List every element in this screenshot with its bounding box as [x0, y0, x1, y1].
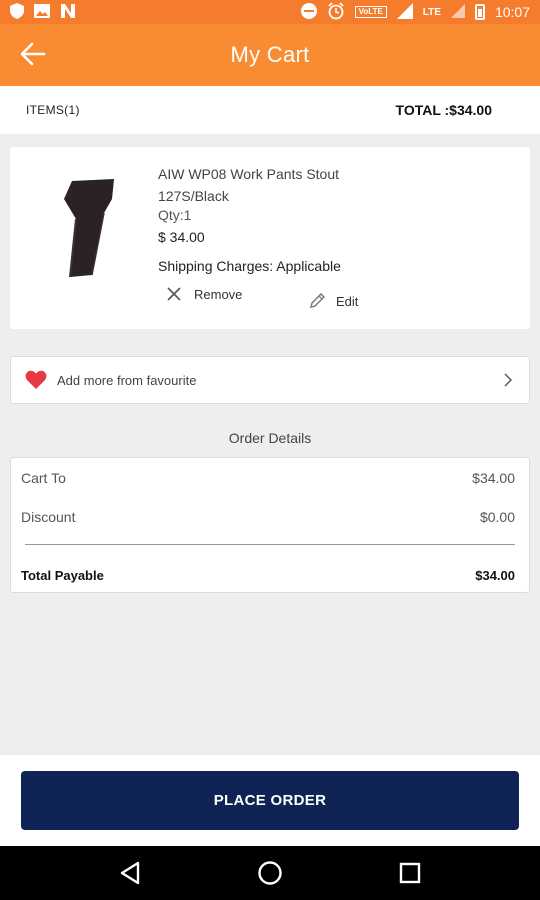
circle-home-icon: [258, 861, 282, 885]
items-count: ITEMS(1): [26, 103, 80, 117]
product-image[interactable]: [58, 179, 120, 279]
order-row-cart-total: Cart To $34.00: [21, 470, 515, 486]
image-icon: [34, 3, 50, 21]
volte-badge: VoLTE: [354, 6, 387, 18]
system-nav-bar: [0, 846, 540, 900]
dnd-icon: [300, 2, 317, 22]
app-bar: My Cart: [0, 24, 540, 86]
cart-item-card: AIW WP08 Work Pants Stout 127S/Black Qty…: [10, 147, 530, 329]
add-from-favourite-row[interactable]: Add more from favourite: [10, 356, 530, 404]
favourite-label: Add more from favourite: [57, 372, 197, 388]
place-order-button[interactable]: PLACE ORDER: [21, 771, 519, 830]
cart-total: TOTAL :$34.00: [395, 102, 492, 118]
order-row-discount: Discount $0.00: [21, 509, 515, 525]
order-row-value: $0.00: [479, 509, 515, 525]
nav-back-button[interactable]: [110, 853, 150, 893]
signal-icon: [450, 3, 465, 21]
pencil-icon: [310, 293, 325, 308]
order-row-label: Cart To: [21, 470, 66, 486]
remove-label: Remove: [194, 286, 243, 302]
signal-icon: [396, 2, 413, 22]
lte-label: LTE: [422, 6, 441, 18]
order-row-value: $34.00: [472, 470, 515, 486]
triangle-back-icon: [120, 861, 140, 885]
nav-home-button[interactable]: [250, 853, 290, 893]
status-time: 10:07: [494, 4, 530, 20]
close-icon: [167, 287, 181, 301]
battery-icon: [474, 4, 485, 20]
product-price: $ 34.00: [158, 229, 205, 245]
product-qty: Qty:1: [158, 207, 192, 223]
nav-recents-button[interactable]: [390, 853, 430, 893]
divider: [25, 544, 515, 545]
status-right: VoLTE LTE 10:07: [300, 1, 530, 23]
order-row-label: Discount: [21, 509, 76, 525]
n-icon: [60, 3, 76, 21]
back-button[interactable]: [18, 39, 48, 69]
status-bar: VoLTE LTE 10:07: [0, 0, 540, 24]
shipping-charges: Shipping Charges: Applicable: [158, 258, 341, 274]
remove-button[interactable]: Remove: [166, 286, 242, 302]
bottom-action-area: PLACE ORDER: [0, 755, 540, 846]
order-details-card: Cart To $34.00 Discount $0.00 Total Paya…: [10, 457, 530, 593]
square-recents-icon: [399, 862, 421, 884]
order-details-title: Order Details: [228, 430, 312, 446]
status-left: [10, 2, 76, 22]
total-payable-value: $34.00: [475, 568, 515, 583]
product-name: AIW WP08 Work Pants Stout 127S/Black: [158, 166, 340, 204]
cart-summary-bar: ITEMS(1) TOTAL :$34.00: [0, 86, 540, 134]
edit-button[interactable]: Edit: [308, 292, 358, 310]
page-title: My Cart: [230, 42, 310, 67]
heart-icon: [25, 370, 47, 389]
total-payable-label: Total Payable: [21, 568, 104, 583]
order-row-total-payable: Total Payable $34.00: [21, 568, 515, 583]
shield-icon: [10, 2, 24, 22]
arrow-left-icon: [20, 42, 46, 66]
alarm-icon: [327, 1, 345, 23]
edit-label: Edit: [336, 293, 359, 309]
chevron-right-icon: [504, 373, 513, 387]
